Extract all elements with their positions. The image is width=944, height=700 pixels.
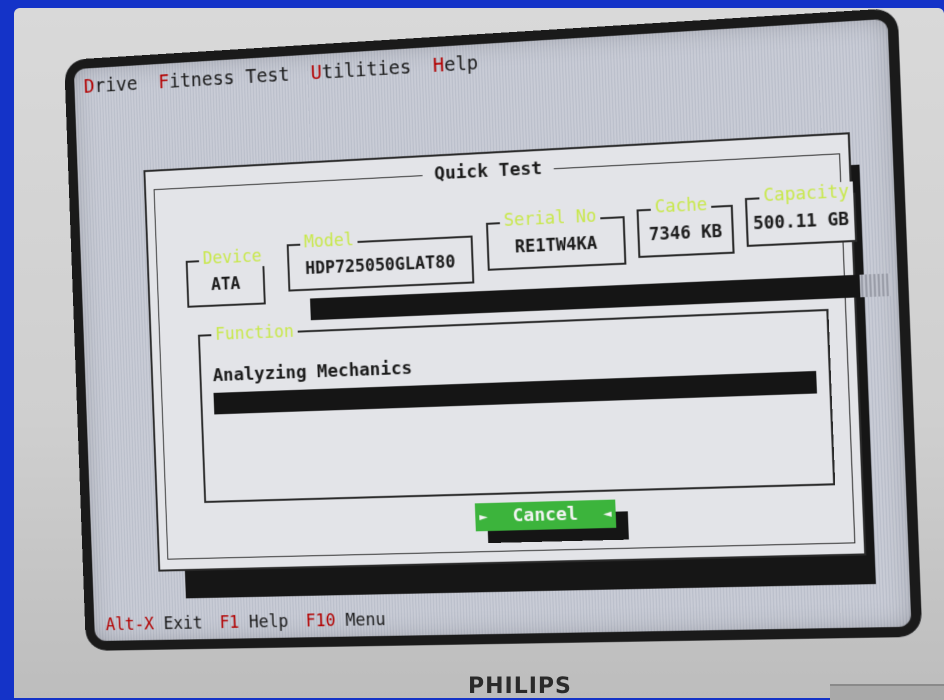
serial-label: Serial No xyxy=(499,206,601,232)
status-menu-label: Menu xyxy=(335,610,386,631)
menu-fitness-test[interactable]: Fitness Test xyxy=(158,64,290,93)
menu-utilities-hotkey: U xyxy=(310,61,323,85)
serial-field: Serial No RE1TW4KA xyxy=(485,206,627,271)
model-label: Model xyxy=(299,230,358,253)
menu-utilities-label: tilities xyxy=(321,56,412,84)
device-value: ATA xyxy=(210,274,241,295)
status-exit[interactable]: Alt-X Exit xyxy=(105,614,202,635)
cancel-button[interactable]: ► Cancel ◄ xyxy=(474,499,617,532)
brand-logo: PHILIPS xyxy=(468,676,572,698)
menu-fitness-test-label: itness Test xyxy=(168,63,290,93)
quick-test-dialog: Quick Test Device ATA Model HDP725050GLA… xyxy=(143,132,891,572)
status-menu-key: F10 xyxy=(305,611,336,632)
dialog-frame: Quick Test Device ATA Model HDP725050GLA… xyxy=(153,153,891,560)
capacity-field: Capacity 500.11 GB xyxy=(744,181,858,247)
screen: Drive Fitness Test Utilities Help Quick … xyxy=(64,7,923,651)
function-status: Analyzing Mechanics xyxy=(212,357,413,387)
function-label: Function xyxy=(210,321,298,345)
cancel-button-label: Cancel xyxy=(512,503,579,527)
status-bar: Alt-X Exit F1 Help F10 Menu xyxy=(105,610,386,635)
status-exit-key: Alt-X xyxy=(105,614,155,636)
menu-help-label: elp xyxy=(443,52,479,77)
status-exit-label: Exit xyxy=(153,613,203,635)
model-value: HDP725050GLAT80 xyxy=(304,252,456,279)
menu-help-hotkey: H xyxy=(432,54,445,77)
screen-container: Drive Fitness Test Utilities Help Quick … xyxy=(64,7,934,680)
dialog-title: Quick Test xyxy=(422,157,555,186)
menu-help[interactable]: Help xyxy=(432,52,478,77)
cache-value: 7346 KB xyxy=(648,221,723,246)
status-help-label: Help xyxy=(238,612,289,633)
cancel-button-wrap: ► Cancel ◄ xyxy=(474,499,629,544)
status-help-key: F1 xyxy=(219,612,240,633)
model-field: Model HDP725050GLAT80 xyxy=(286,230,475,292)
menu-bar: Drive Fitness Test Utilities Help xyxy=(83,52,478,97)
cache-field: Cache 7346 KB xyxy=(636,194,735,258)
menu-drive-label: rive xyxy=(94,73,138,98)
cancel-left-arrow-icon: ► xyxy=(478,509,488,526)
cache-label: Cache xyxy=(650,194,712,218)
capacity-value: 500.11 GB xyxy=(752,209,850,235)
status-help[interactable]: F1 Help xyxy=(219,612,289,633)
device-field: Device ATA xyxy=(185,246,266,308)
serial-value: RE1TW4KA xyxy=(514,233,598,258)
cancel-right-arrow-icon: ◄ xyxy=(602,505,612,523)
function-panel: Function Analyzing Mechanics xyxy=(197,273,891,503)
menu-utilities[interactable]: Utilities xyxy=(310,56,411,84)
status-menu[interactable]: F10 Menu xyxy=(305,610,385,631)
device-label: Device xyxy=(198,246,266,270)
menu-drive[interactable]: Drive xyxy=(83,73,138,98)
capacity-label: Capacity xyxy=(758,181,854,207)
menu-fitness-test-hotkey: F xyxy=(157,71,170,94)
